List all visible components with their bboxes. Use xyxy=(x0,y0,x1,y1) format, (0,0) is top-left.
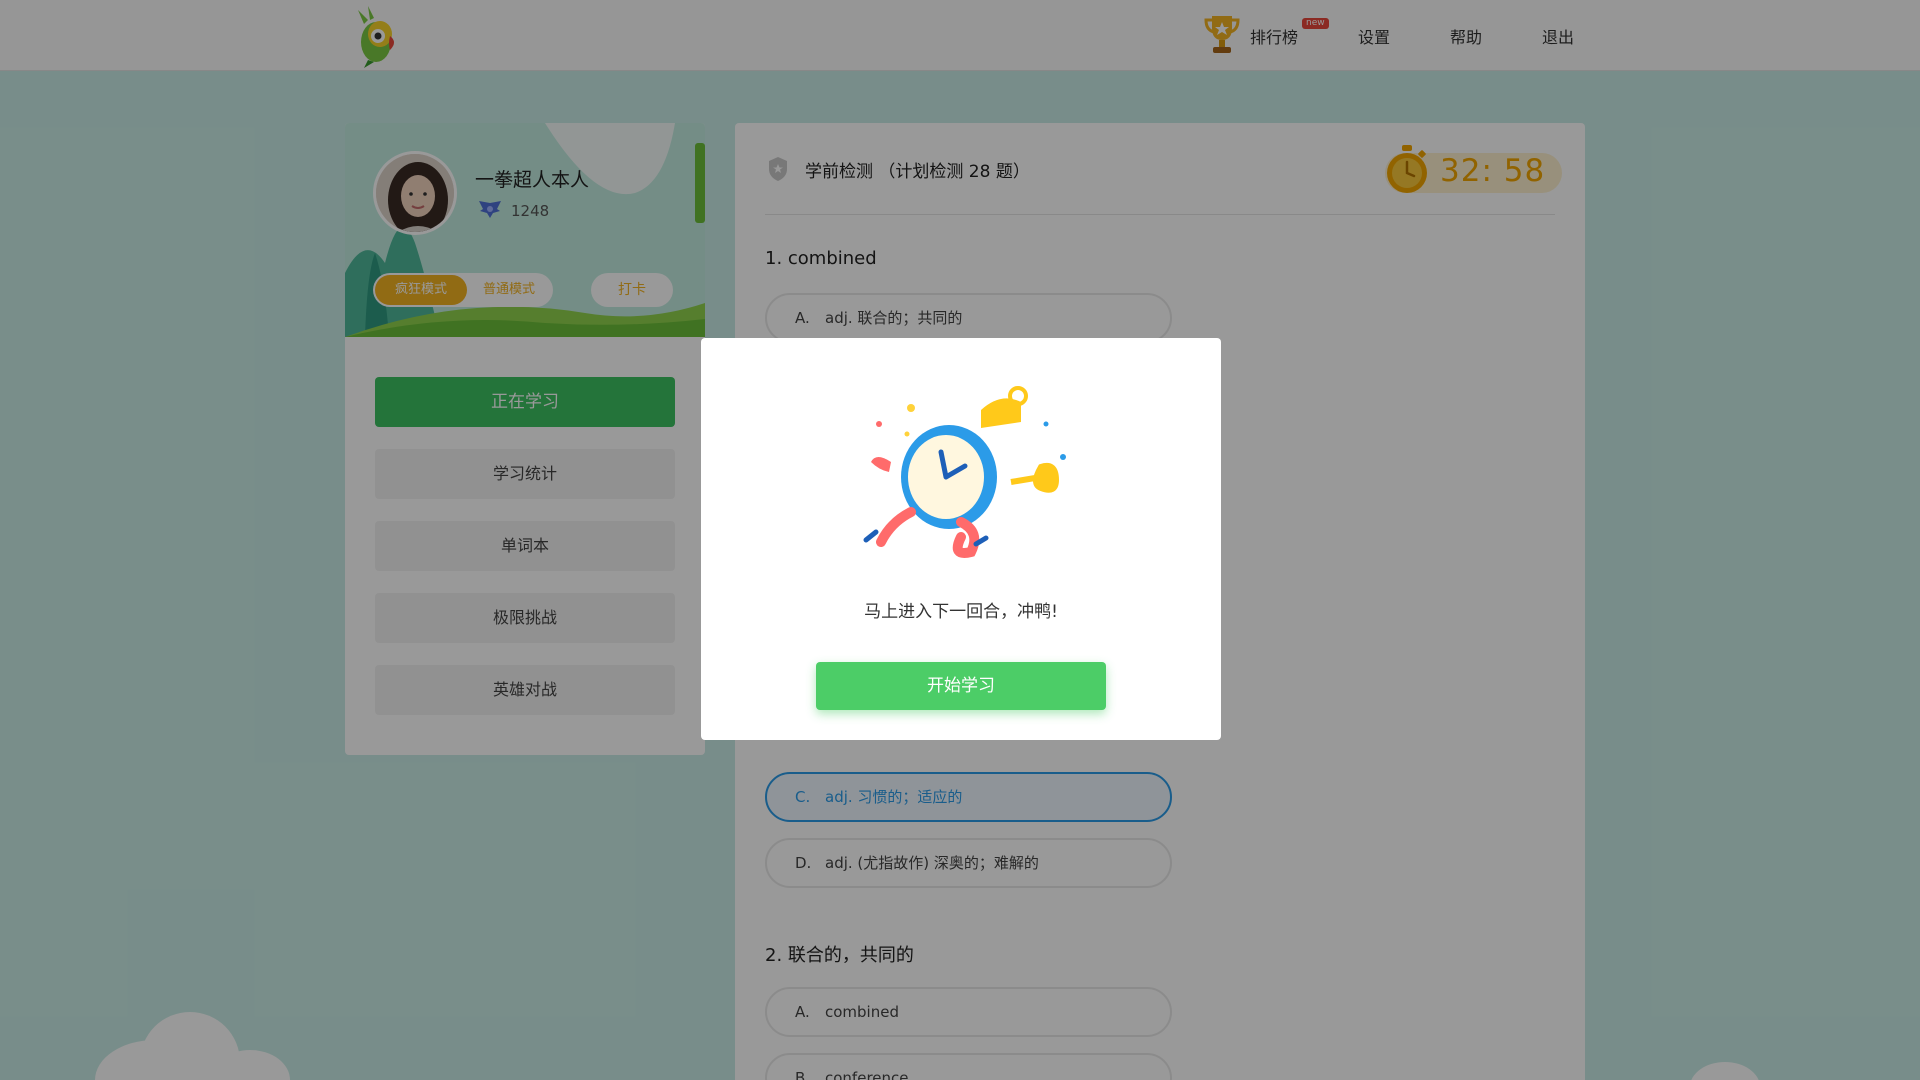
start-learning-button[interactable]: 开始学习 xyxy=(816,662,1106,710)
alarm-clock-illustration xyxy=(863,386,1066,558)
next-round-modal: 马上进入下一回合，冲鸭! 开始学习 xyxy=(701,338,1221,740)
modal-message: 马上进入下一回合，冲鸭! xyxy=(864,602,1058,622)
